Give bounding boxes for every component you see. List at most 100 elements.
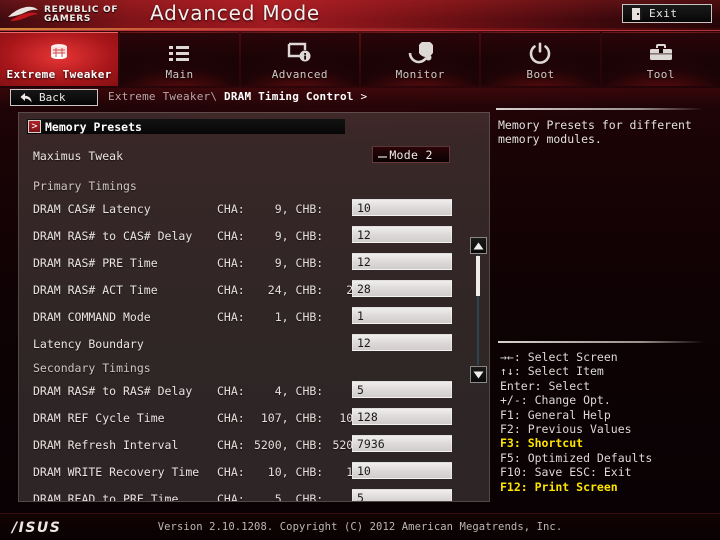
table-row[interactable]: DRAM Refresh Interval CHA: 5200, CHB: 52… (19, 431, 471, 458)
back-button[interactable]: Back (10, 89, 98, 106)
table-row[interactable]: Latency Boundary 12 (19, 330, 471, 357)
table-row[interactable]: DRAM RAS# PRE Time CHA: 9, CHB: 9 12 (19, 249, 471, 276)
cha-value: 5200 (253, 437, 282, 452)
value-input[interactable]: 7936 (352, 435, 452, 452)
key-legend-item: ↑↓: Select Item (500, 364, 604, 379)
bios-screen: REPUBLIC OF GAMERS Advanced Mode Exit Ex… (0, 0, 720, 540)
setting-label: DRAM RAS# to RAS# Delay (33, 383, 193, 398)
value-input[interactable]: 12 (352, 253, 452, 270)
table-row[interactable]: DRAM CAS# Latency CHA: 9, CHB: 9 10 (19, 195, 471, 222)
cha-value: 5 (274, 491, 282, 502)
comma: , (281, 228, 289, 243)
comma: , (281, 410, 289, 425)
table-row[interactable]: DRAM RAS# to RAS# Delay CHA: 4, CHB: 4 5 (19, 377, 471, 404)
value-input[interactable]: 28 (352, 280, 452, 297)
cha-label: CHA: (217, 309, 245, 324)
chb-label: CHB: (295, 201, 324, 216)
channel-values: CHA: 5200, CHB: 5200 (217, 438, 367, 452)
value-text: 5 (357, 382, 364, 397)
exit-door-icon (632, 7, 642, 20)
power-icon (529, 40, 551, 66)
cha-label: CHA: (217, 201, 245, 216)
chb-label: CHB: (295, 383, 324, 398)
value-text: 10 (357, 463, 371, 478)
table-row[interactable]: DRAM READ to PRE Time CHA: 5, CHB: 5 5 (19, 485, 471, 502)
value-input[interactable]: 128 (352, 408, 452, 425)
value-input[interactable]: 5 (352, 489, 452, 502)
breadcrumb-arrow-icon: > (360, 90, 368, 103)
comma: , (281, 201, 289, 216)
setting-label: Maximus Tweak (33, 149, 124, 163)
tab-label: Boot (526, 68, 555, 81)
select-dash-icon (378, 156, 387, 158)
tab-boot[interactable]: Boot (481, 32, 600, 86)
breadcrumb-parent[interactable]: Extreme Tweaker\ (108, 90, 217, 103)
setting-label: DRAM RAS# to CAS# Delay (33, 228, 193, 243)
scrollbar[interactable] (470, 237, 487, 383)
scroll-up-button[interactable] (470, 237, 487, 254)
top-bar: REPUBLIC OF GAMERS Advanced Mode Exit (0, 0, 720, 31)
tab-extreme-tweaker[interactable]: Extreme Tweaker (0, 32, 119, 86)
cha-label: CHA: (217, 410, 245, 425)
comma: , (281, 437, 289, 452)
key-legend-item-shortcut: F3: Shortcut (500, 436, 584, 451)
value-input[interactable]: 1 (352, 307, 452, 324)
breadcrumb-bar: Back Extreme Tweaker\ DRAM Timing Contro… (0, 88, 720, 108)
table-row[interactable]: DRAM COMMAND Mode CHA: 1, CHB: 1 1 (19, 303, 471, 330)
cha-label: CHA: (217, 437, 245, 452)
key-legend-item: →←: Select Screen (500, 350, 618, 364)
table-row[interactable]: DRAM RAS# to CAS# Delay CHA: 9, CHB: 9 1… (19, 222, 471, 249)
table-row[interactable]: DRAM REF Cycle Time CHA: 107, CHB: 107 1… (19, 404, 471, 431)
setting-label: DRAM RAS# ACT Time (33, 282, 158, 297)
tab-label: Main (165, 68, 194, 81)
back-button-label: Back (39, 91, 66, 104)
cha-value: 9 (274, 255, 282, 270)
value-text: 5 (357, 490, 364, 502)
value-input[interactable]: 5 (352, 381, 452, 398)
scrollbar-thumb[interactable] (476, 256, 480, 296)
help-text: Memory Presets for different memory modu… (498, 118, 692, 146)
value-input[interactable]: 10 (352, 199, 452, 216)
rog-eye-icon (6, 5, 40, 25)
chb-label: CHB: (295, 255, 324, 270)
comma: , (281, 282, 289, 297)
tab-tool[interactable]: Tool (601, 32, 720, 86)
channel-values: CHA: 10, CHB: 10 (217, 465, 367, 479)
channel-values: CHA: 5, CHB: 5 (217, 491, 367, 502)
value-input[interactable]: 10 (352, 462, 452, 479)
tab-monitor[interactable]: Monitor (360, 32, 480, 86)
cha-label: CHA: (217, 383, 245, 398)
tab-main[interactable]: Main (120, 32, 239, 86)
cha-label: CHA: (217, 464, 245, 479)
table-row[interactable]: DRAM WRITE Recovery Time CHA: 10, CHB: 1… (19, 458, 471, 485)
value-text: 12 (357, 254, 371, 269)
cha-label: CHA: (217, 282, 245, 297)
value-input[interactable]: 12 (352, 334, 452, 351)
chb-label: CHB: (295, 491, 324, 502)
table-row[interactable]: DRAM RAS# ACT Time CHA: 24, CHB: 24 28 (19, 276, 471, 303)
cha-value: 10 (267, 464, 282, 479)
chb-label: CHB: (295, 228, 324, 243)
comma: , (281, 255, 289, 270)
scroll-down-button[interactable] (470, 366, 487, 383)
comma: , (281, 383, 289, 398)
exit-button[interactable]: Exit (622, 4, 712, 23)
setting-maximus-tweak: Maximus Tweak Mode 2 (19, 145, 489, 173)
chb-label: CHB: (295, 464, 324, 479)
section-title: Secondary Timings (33, 361, 151, 375)
maximus-tweak-select[interactable]: Mode 2 (372, 146, 450, 163)
channel-values: CHA: 9, CHB: 9 (217, 256, 367, 270)
channel-values: CHA: 9, CHB: 9 (217, 229, 367, 243)
settings-rows-primary: DRAM CAS# Latency CHA: 9, CHB: 9 10 DRAM… (19, 195, 471, 357)
value-input[interactable]: 12 (352, 226, 452, 243)
chip-tweaker-icon (47, 40, 71, 66)
chevron-right-icon: > (28, 120, 41, 133)
triangle-down-icon (473, 371, 484, 378)
value-text: 1 (357, 308, 364, 323)
menu-item-memory-presets[interactable]: > Memory Presets (27, 119, 345, 134)
tab-advanced[interactable]: Advanced (240, 32, 359, 86)
cha-value: 4 (274, 383, 282, 398)
chb-label: CHB: (295, 282, 324, 297)
key-legend-item: F2: Previous Values (500, 422, 632, 437)
breadcrumb: Extreme Tweaker\ DRAM Timing Control > (108, 90, 367, 103)
